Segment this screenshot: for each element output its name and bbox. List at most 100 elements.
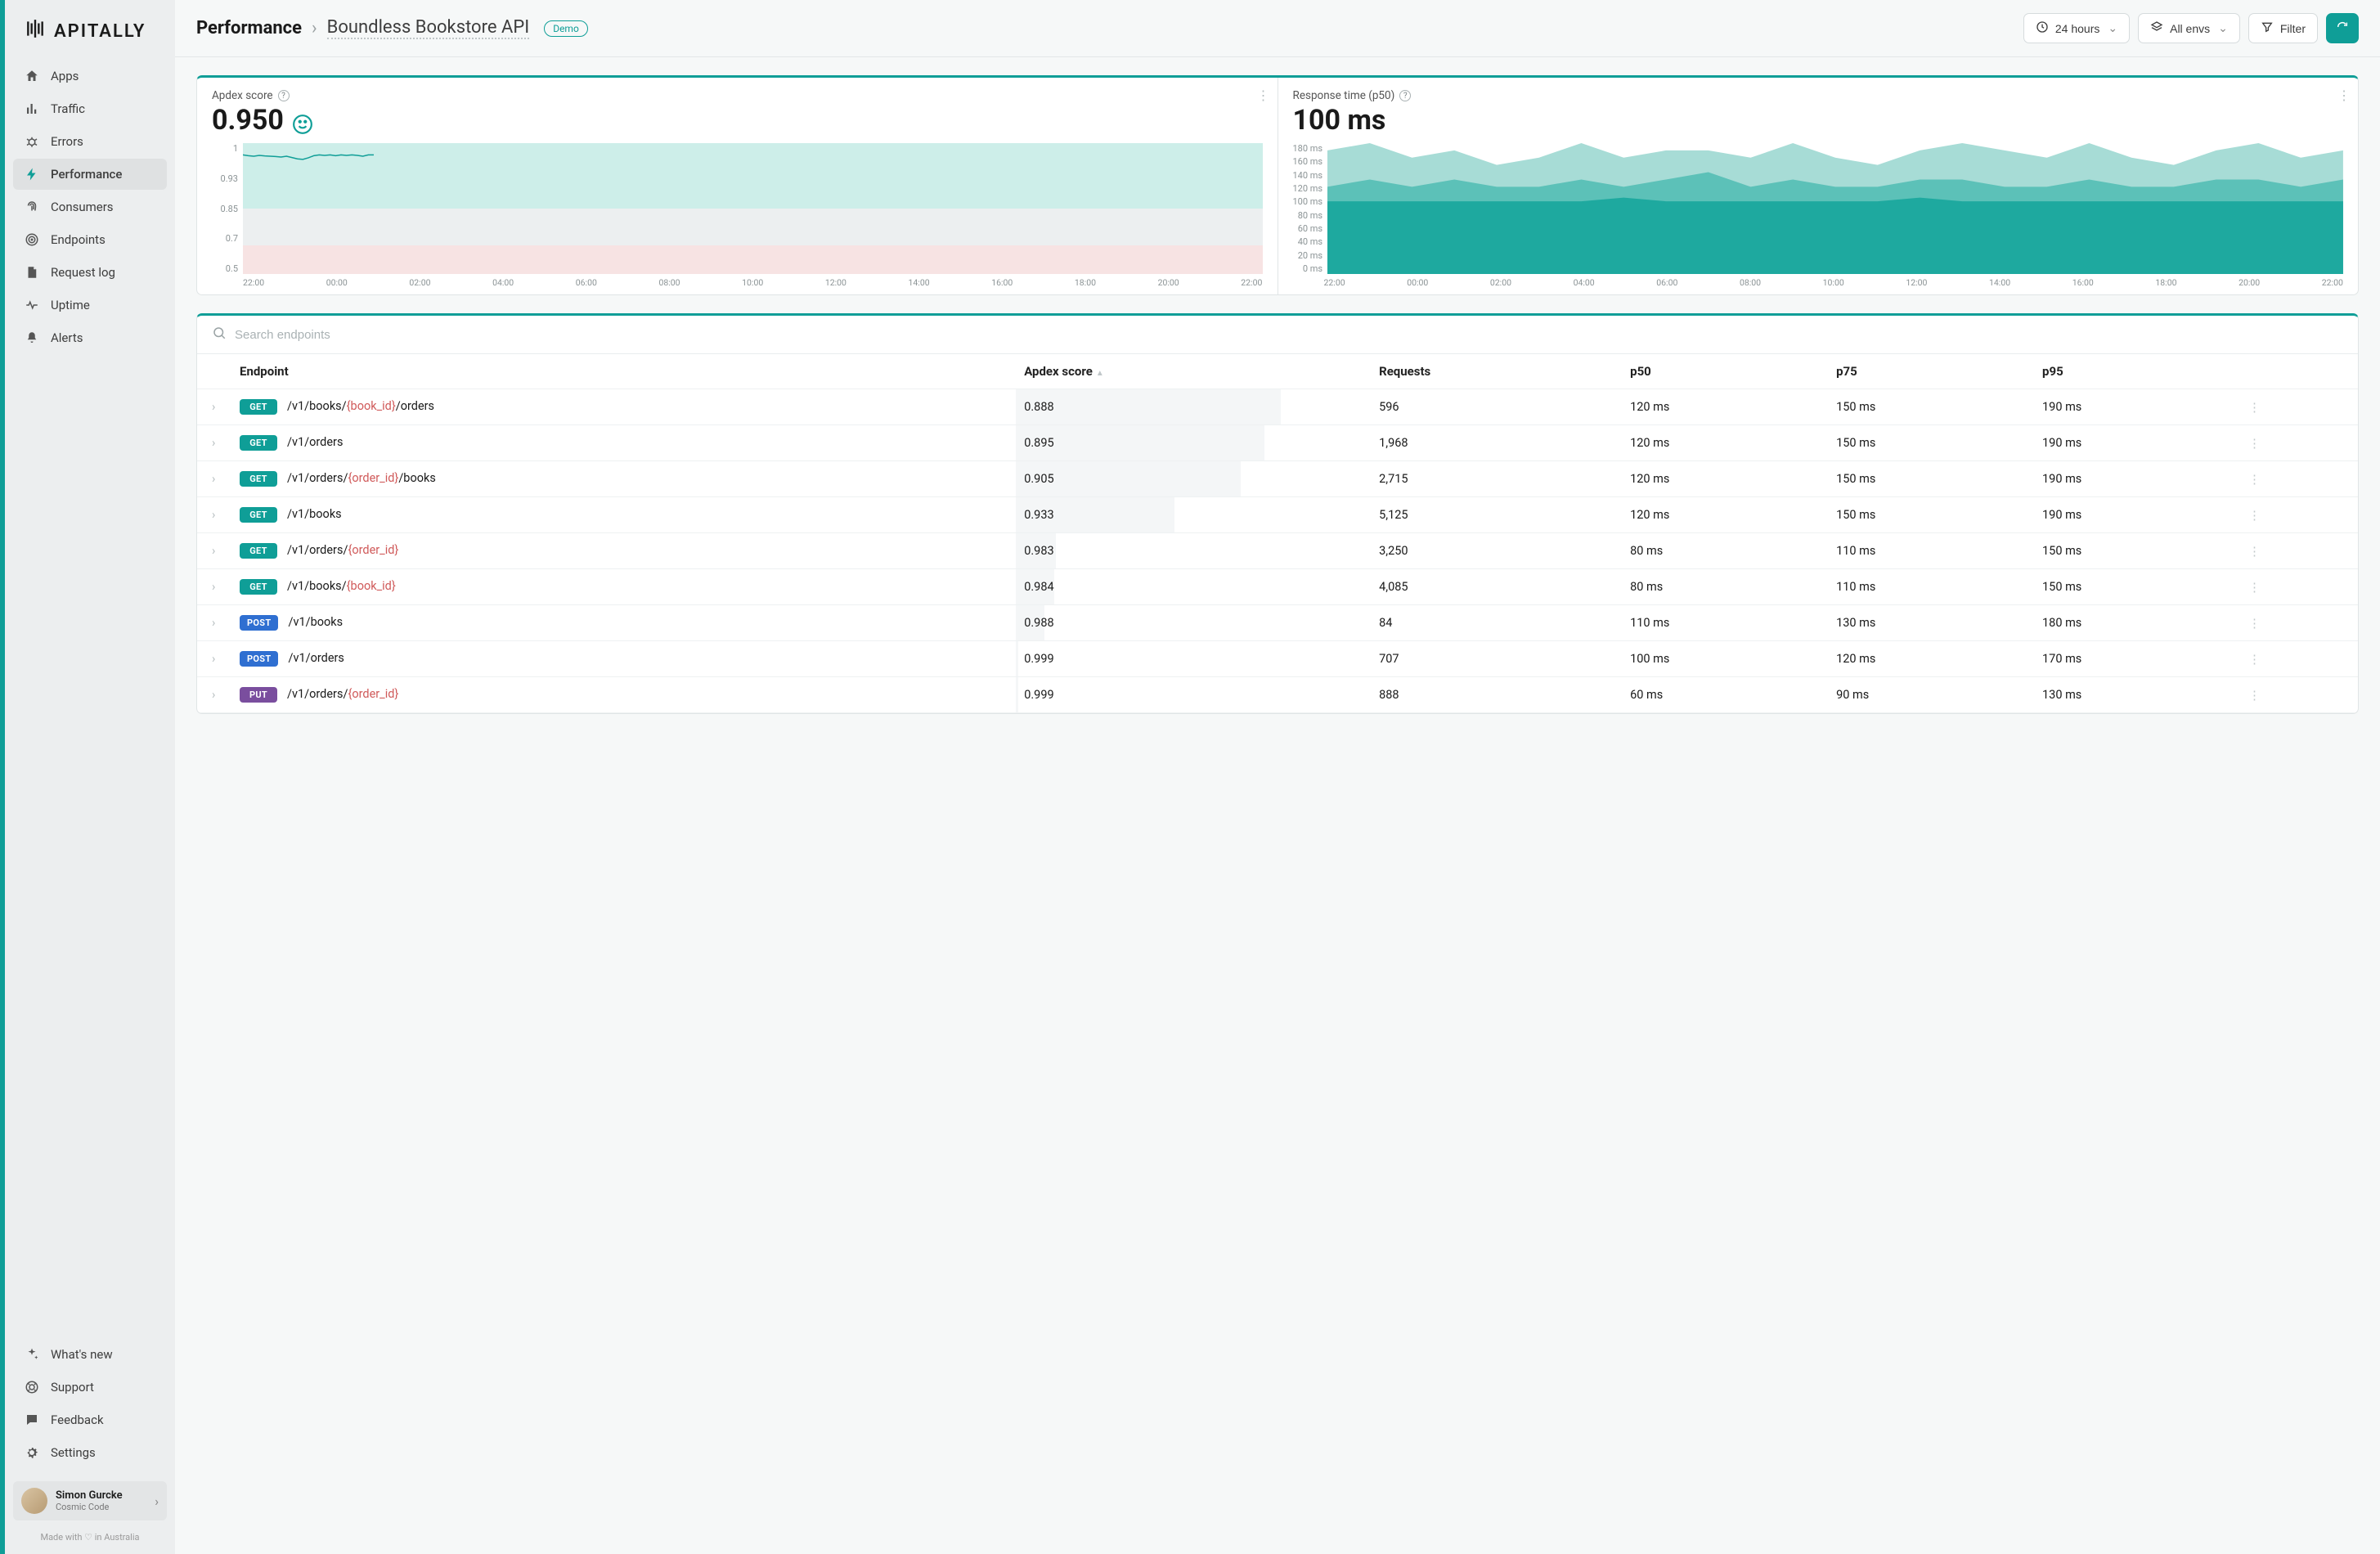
p75-cell: 150 ms xyxy=(1828,497,2034,533)
expand-toggle[interactable]: › xyxy=(197,605,231,641)
refresh-button[interactable] xyxy=(2326,13,2359,43)
apdex-value: 0.950 xyxy=(212,104,284,137)
row-menu[interactable]: ⋮ xyxy=(2240,677,2358,713)
table-row[interactable]: ›PUT/v1/orders/{order_id}0.99988860 ms90… xyxy=(197,677,2358,713)
p50-cell: 100 ms xyxy=(1622,641,1828,677)
sidebar-item-traffic[interactable]: Traffic xyxy=(13,93,167,124)
gear-icon xyxy=(25,1445,39,1460)
sidebar-item-endpoints[interactable]: Endpoints xyxy=(13,224,167,255)
apdex-cell: 0.999 xyxy=(1016,641,1371,677)
x-axis: 22:0000:0002:0004:0006:0008:0010:0012:00… xyxy=(1293,274,2344,288)
expand-toggle[interactable]: › xyxy=(197,497,231,533)
row-menu[interactable]: ⋮ xyxy=(2240,533,2358,569)
help-icon[interactable]: ? xyxy=(278,90,290,101)
row-menu[interactable]: ⋮ xyxy=(2240,569,2358,605)
env-label: All envs xyxy=(2170,22,2210,35)
row-menu[interactable]: ⋮ xyxy=(2240,425,2358,461)
sidebar-item-errors[interactable]: Errors xyxy=(13,126,167,157)
table-row[interactable]: ›GET/v1/books/{book_id}0.9844,08580 ms11… xyxy=(197,569,2358,605)
method-badge: GET xyxy=(240,543,277,559)
endpoint-path: /v1/orders/{order_id} xyxy=(287,687,398,701)
sidebar-item-apps[interactable]: Apps xyxy=(13,61,167,92)
p75-cell: 150 ms xyxy=(1828,425,2034,461)
card-menu[interactable]: ⋮ xyxy=(2337,88,2350,103)
p50-cell: 120 ms xyxy=(1622,497,1828,533)
table-row[interactable]: ›GET/v1/orders/{order_id}0.9833,25080 ms… xyxy=(197,533,2358,569)
endpoint-path: /v1/books xyxy=(288,615,343,629)
row-menu[interactable]: ⋮ xyxy=(2240,497,2358,533)
filter-icon xyxy=(2261,20,2274,36)
column-header[interactable]: p50 xyxy=(1622,354,1828,389)
endpoint-cell: PUT/v1/orders/{order_id} xyxy=(231,677,1016,713)
filter-button[interactable]: Filter xyxy=(2248,13,2318,43)
sidebar-item-label: Endpoints xyxy=(51,232,106,247)
row-menu[interactable]: ⋮ xyxy=(2240,605,2358,641)
row-menu[interactable]: ⋮ xyxy=(2240,389,2358,425)
sidebar-item-consumers[interactable]: Consumers xyxy=(13,191,167,222)
resp-value-text: 100 ms xyxy=(1293,104,1386,137)
requests-cell: 5,125 xyxy=(1371,497,1622,533)
row-menu[interactable]: ⋮ xyxy=(2240,641,2358,677)
expand-toggle[interactable]: › xyxy=(197,389,231,425)
sidebar-item-request-log[interactable]: Request log xyxy=(13,257,167,288)
filter-label: Filter xyxy=(2280,22,2306,35)
sparkles-icon xyxy=(25,1347,39,1362)
sidebar-item-what-s-new[interactable]: What's new xyxy=(13,1339,167,1370)
expand-toggle[interactable]: › xyxy=(197,461,231,497)
method-badge: GET xyxy=(240,471,277,487)
table-row[interactable]: ›POST/v1/orders0.999707100 ms120 ms170 m… xyxy=(197,641,2358,677)
endpoint-cell: POST/v1/orders xyxy=(231,641,1016,677)
p75-cell: 110 ms xyxy=(1828,569,2034,605)
sidebar-item-settings[interactable]: Settings xyxy=(13,1437,167,1468)
column-header[interactable]: p75 xyxy=(1828,354,2034,389)
x-axis: 22:0000:0002:0004:0006:0008:0010:0012:00… xyxy=(212,274,1263,288)
crumb-app[interactable]: Boundless Bookstore API xyxy=(327,17,530,39)
card-title: Apdex score ? xyxy=(212,89,1263,102)
column-header[interactable]: Requests xyxy=(1371,354,1622,389)
help-icon[interactable]: ? xyxy=(1399,90,1411,101)
metric-cards: Apdex score ? ⋮ 0.950 10.930.850.70.5 xyxy=(196,75,2359,295)
sidebar-item-uptime[interactable]: Uptime xyxy=(13,290,167,321)
endpoint-cell: POST/v1/books xyxy=(231,605,1016,641)
column-header[interactable]: p95 xyxy=(2034,354,2240,389)
user-menu[interactable]: Simon Gurcke Cosmic Code › xyxy=(13,1481,167,1520)
column-header[interactable]: Apdex score▲ xyxy=(1016,354,1371,389)
expand-toggle[interactable]: › xyxy=(197,425,231,461)
expand-toggle[interactable]: › xyxy=(197,641,231,677)
logo[interactable]: APITALLY xyxy=(5,0,175,54)
table-row[interactable]: ›GET/v1/orders/{order_id}/books0.9052,71… xyxy=(197,461,2358,497)
sidebar-item-alerts[interactable]: Alerts xyxy=(13,322,167,353)
top-actions: 24 hours ⌄ All envs ⌄ Filter xyxy=(2023,13,2359,43)
band-good xyxy=(243,143,1263,209)
column-header[interactable]: Endpoint xyxy=(231,354,1016,389)
card-title: Response time (p50) ? xyxy=(1293,89,2344,102)
table-row[interactable]: ›POST/v1/books0.98884110 ms130 ms180 ms⋮ xyxy=(197,605,2358,641)
search-icon xyxy=(212,326,227,344)
p95-cell: 150 ms xyxy=(2034,569,2240,605)
table-row[interactable]: ›GET/v1/books/{book_id}/orders0.88859612… xyxy=(197,389,2358,425)
time-range-button[interactable]: 24 hours ⌄ xyxy=(2023,13,2130,43)
sidebar-item-performance[interactable]: Performance xyxy=(13,159,167,190)
p95-cell: 190 ms xyxy=(2034,425,2240,461)
main: Performance › Boundless Bookstore API De… xyxy=(175,0,2380,1554)
expand-toggle[interactable]: › xyxy=(197,569,231,605)
sidebar-item-feedback[interactable]: Feedback xyxy=(13,1404,167,1435)
expand-toggle[interactable]: › xyxy=(197,533,231,569)
sidebar-item-label: Uptime xyxy=(51,298,90,312)
requests-cell: 596 xyxy=(1371,389,1622,425)
p75-cell: 120 ms xyxy=(1828,641,2034,677)
expand-toggle[interactable]: › xyxy=(197,677,231,713)
table-row[interactable]: ›GET/v1/books0.9335,125120 ms150 ms190 m… xyxy=(197,497,2358,533)
sidebar-item-support[interactable]: Support xyxy=(13,1372,167,1403)
endpoint-cell: GET/v1/orders/{order_id} xyxy=(231,533,1016,569)
chart-area xyxy=(1327,143,2343,274)
card-menu[interactable]: ⋮ xyxy=(1257,88,1269,103)
env-button[interactable]: All envs ⌄ xyxy=(2138,13,2240,43)
apdex-title: Apdex score xyxy=(212,89,273,102)
apdex-chart: 10.930.850.70.5 xyxy=(212,143,1263,274)
row-menu[interactable]: ⋮ xyxy=(2240,461,2358,497)
table-row[interactable]: ›GET/v1/orders0.8951,968120 ms150 ms190 … xyxy=(197,425,2358,461)
method-badge: GET xyxy=(240,435,277,451)
search-input[interactable] xyxy=(235,328,2343,342)
apdex-cell: 0.999 xyxy=(1016,677,1371,713)
